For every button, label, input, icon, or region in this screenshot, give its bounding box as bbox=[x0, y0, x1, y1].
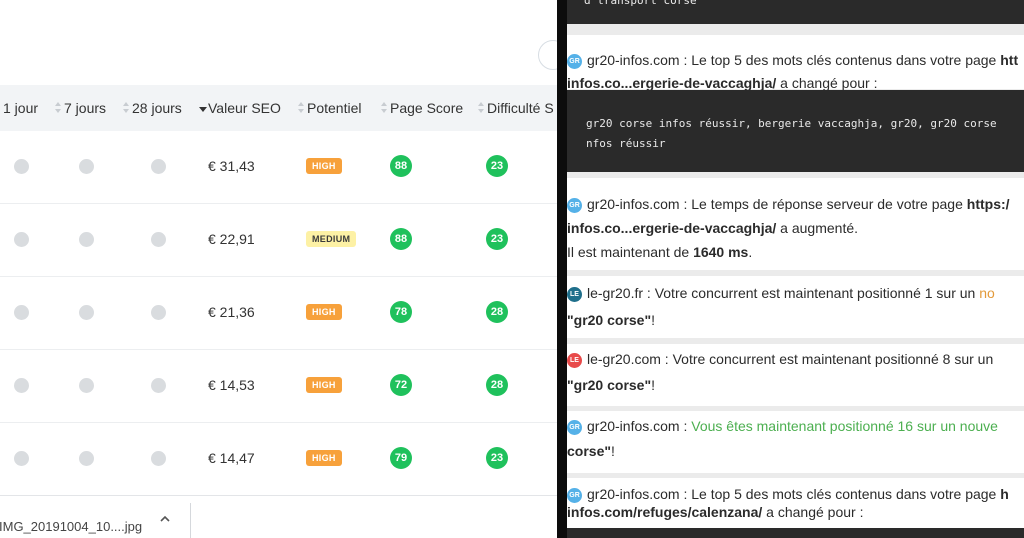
feed-item-line: "gr20 corse"! bbox=[567, 377, 655, 393]
feed-item-line: "gr20 corse"! bbox=[567, 312, 655, 328]
status-dot bbox=[151, 159, 166, 174]
status-dot bbox=[79, 451, 94, 466]
status-dot bbox=[151, 232, 166, 247]
sort-icon bbox=[298, 102, 305, 114]
potential-badge: MEDIUM bbox=[306, 231, 357, 247]
seo-value: € 22,91 bbox=[208, 231, 255, 247]
page-score-badge: 88 bbox=[390, 228, 412, 250]
col-7-jours[interactable]: 7 jours bbox=[55, 100, 106, 116]
download-filename[interactable]: IMG_20191004_10....jpg bbox=[0, 519, 142, 534]
col-difficulte[interactable]: Difficulté S bbox=[478, 100, 554, 116]
difficulty-badge: 23 bbox=[486, 155, 508, 177]
status-dot bbox=[151, 305, 166, 320]
notifications-feed: d transport corse GR gr20-infos.com : Le … bbox=[567, 0, 1024, 538]
seo-value: € 14,53 bbox=[208, 377, 255, 393]
seo-value: € 31,43 bbox=[208, 158, 255, 174]
panel-divider bbox=[557, 0, 567, 538]
feed-item-line: Il est maintenant de 1640 ms. bbox=[567, 244, 753, 260]
col-potentiel[interactable]: Potentiel bbox=[298, 100, 361, 116]
feed-item-line: LE le-gr20.com : Votre concurrent est mai… bbox=[567, 349, 993, 369]
page-link[interactable]: infos.co...ergerie-de-vaccaghja/ bbox=[567, 220, 776, 236]
difficulty-badge: 28 bbox=[486, 301, 508, 323]
page-score-badge: 88 bbox=[390, 155, 412, 177]
col-1-jour[interactable]: 1 jour bbox=[3, 100, 38, 116]
potential-badge: HIGH bbox=[306, 304, 342, 320]
site-name[interactable]: le-gr20.com bbox=[587, 351, 661, 367]
potential-badge: HIGH bbox=[306, 450, 342, 466]
col-28-jours[interactable]: 28 jours bbox=[123, 100, 182, 116]
potential-badge: HIGH bbox=[306, 377, 342, 393]
feed-item-line: infos.com/refuges/calenzana/ a changé po… bbox=[567, 504, 864, 520]
feed-item-line: infos.co...ergerie-de-vaccaghja/ a augme… bbox=[567, 220, 859, 236]
sort-icon bbox=[381, 102, 388, 114]
table-row[interactable]: € 31,43 HIGH 88 23 bbox=[0, 131, 575, 204]
feed-item-line: GR gr20-infos.com : Le top 5 des mots clé… bbox=[567, 50, 1018, 70]
sort-icon bbox=[478, 102, 485, 114]
site-name[interactable]: gr20-infos.com bbox=[587, 486, 680, 502]
site-name[interactable]: gr20-infos.com bbox=[587, 418, 680, 434]
col-valeur-seo[interactable]: Valeur SEO bbox=[199, 100, 281, 116]
potential-badge: HIGH bbox=[306, 158, 342, 174]
site-avatar: GR bbox=[567, 53, 582, 69]
status-dot bbox=[151, 378, 166, 393]
status-dot bbox=[151, 451, 166, 466]
feed-item-line: GR gr20-infos.com : Le top 5 des mots clé… bbox=[567, 484, 1009, 504]
status-dot bbox=[79, 232, 94, 247]
seo-value: € 14,47 bbox=[208, 450, 255, 466]
table-row[interactable]: € 14,53 HIGH 72 28 bbox=[0, 350, 575, 423]
site-avatar: GR bbox=[567, 419, 582, 435]
code-block: gr20 corse infos réussir, bergerie vacca… bbox=[567, 90, 1024, 172]
site-name[interactable]: gr20-infos.com bbox=[587, 52, 680, 68]
site-avatar: LE bbox=[567, 286, 582, 302]
page-link[interactable]: infos.com/refuges/calenzana/ bbox=[567, 504, 762, 520]
difficulty-badge: 28 bbox=[486, 374, 508, 396]
page-score-badge: 72 bbox=[390, 374, 412, 396]
code-block: d transport corse bbox=[567, 0, 1024, 24]
status-dot bbox=[14, 451, 29, 466]
feed-item-line: LE le-gr20.fr : Votre concurrent est main… bbox=[567, 283, 995, 303]
sort-icon bbox=[55, 102, 62, 114]
status-dot bbox=[14, 159, 29, 174]
keywords-table-panel: 1 jour 7 jours 28 jours Valeur SEO Poten… bbox=[0, 0, 575, 538]
table-row[interactable]: € 22,91 MEDIUM 88 23 bbox=[0, 204, 575, 277]
divider bbox=[190, 503, 191, 538]
status-dot bbox=[14, 305, 29, 320]
sort-icon bbox=[123, 102, 130, 114]
status-dot bbox=[14, 232, 29, 247]
status-dot bbox=[79, 159, 94, 174]
difficulty-badge: 23 bbox=[486, 447, 508, 469]
page-score-badge: 78 bbox=[390, 301, 412, 323]
feed-item-line: corse"! bbox=[567, 443, 615, 459]
status-dot bbox=[14, 378, 29, 393]
difficulty-badge: 23 bbox=[486, 228, 508, 250]
seo-value: € 21,36 bbox=[208, 304, 255, 320]
chevron-up-icon[interactable] bbox=[160, 514, 170, 524]
site-avatar: GR bbox=[567, 487, 582, 503]
site-avatar: LE bbox=[567, 352, 582, 368]
feed-item-line: GR gr20-infos.com : Vous êtes maintenant … bbox=[567, 416, 998, 436]
feed-item-line: GR gr20-infos.com : Le temps de réponse s… bbox=[567, 194, 1010, 214]
table-row[interactable]: € 21,36 HIGH 78 28 bbox=[0, 277, 575, 350]
sort-desc-icon bbox=[199, 102, 207, 114]
page-link[interactable]: infos.co...ergerie-de-vaccaghja/ bbox=[567, 75, 776, 91]
site-name[interactable]: gr20-infos.com bbox=[587, 196, 680, 212]
site-name[interactable]: le-gr20.fr bbox=[587, 285, 643, 301]
page-score-badge: 79 bbox=[390, 447, 412, 469]
code-block bbox=[567, 528, 1024, 538]
col-page-score[interactable]: Page Score bbox=[381, 100, 463, 116]
table-row[interactable]: € 14,47 HIGH 79 23 bbox=[0, 423, 575, 496]
site-avatar: GR bbox=[567, 197, 582, 213]
status-dot bbox=[79, 378, 94, 393]
status-dot bbox=[79, 305, 94, 320]
